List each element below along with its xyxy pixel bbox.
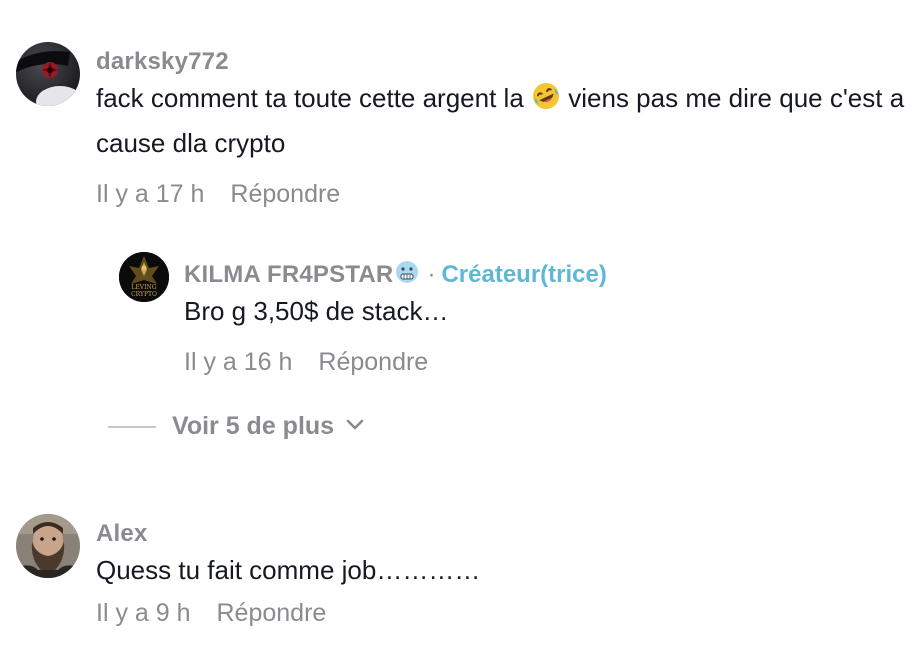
creator-badge: Créateur(trice) — [441, 260, 607, 288]
comment-text: fack comment ta toute cette argent la vi… — [96, 78, 906, 164]
comment-text: Quess tu fait comme job………… — [96, 555, 481, 585]
comment-meta: Il y a 17 h Répondre — [96, 180, 906, 209]
reply-username[interactable]: KILMA FR4PSTAR — [184, 261, 393, 289]
reply-button[interactable]: Répondre — [217, 599, 327, 628]
comment-username[interactable]: darksky772 — [96, 48, 229, 76]
rolling-laughing-emoji-icon — [531, 81, 561, 123]
view-more-replies-button[interactable]: Voir 5 de plus — [108, 412, 364, 441]
avatar[interactable] — [16, 42, 80, 106]
separator-dot: · — [427, 260, 436, 288]
reply-meta: Il y a 16 h Répondre — [184, 348, 607, 377]
comment-item: darksky772 fack comment ta toute cette a… — [16, 42, 906, 209]
comment-timestamp: Il y a 17 h — [96, 180, 205, 208]
comment-body: Alex Quess tu fait comme job………… Il y a … — [96, 514, 480, 628]
comment-timestamp: Il y a 9 h — [96, 599, 191, 627]
chevron-down-icon — [346, 418, 364, 436]
avatar-logo-text: LEVING — [131, 284, 156, 291]
comment-item: Alex Quess tu fait comme job………… Il y a … — [16, 514, 480, 628]
reply-button[interactable]: Répondre — [318, 348, 428, 377]
avatar[interactable] — [16, 514, 80, 578]
view-more-label: Voir 5 de plus — [172, 412, 335, 440]
avatar-logo-text: CRYPTO — [131, 291, 157, 298]
cold-face-emoji-icon — [395, 260, 419, 289]
reply-text: Bro g 3,50$ de stack… — [184, 296, 449, 326]
reply-body: KILMA FR4PSTAR · Créateur(trice) Bro g 3… — [184, 252, 607, 377]
comment-text-part: fack comment ta toute cette argent la — [96, 83, 524, 113]
reply-button[interactable]: Répondre — [230, 180, 340, 209]
reply-timestamp: Il y a 16 h — [184, 348, 293, 376]
comment-meta: Il y a 9 h Répondre — [96, 599, 480, 628]
comment-body: darksky772 fack comment ta toute cette a… — [96, 42, 906, 209]
comment-username[interactable]: Alex — [96, 520, 148, 548]
reply-item: LEVING CRYPTO KILMA FR4PSTAR · Créateur(… — [119, 252, 607, 377]
divider-line — [108, 425, 156, 428]
creator-avatar[interactable]: LEVING CRYPTO — [119, 252, 169, 302]
